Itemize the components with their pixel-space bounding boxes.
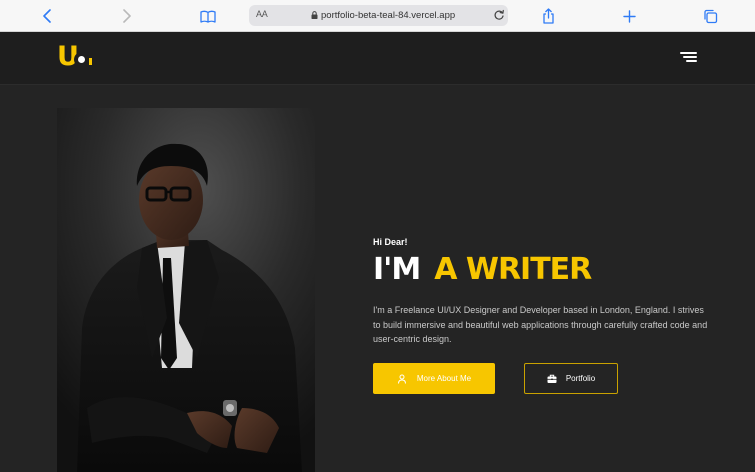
bookmarks-icon[interactable] — [198, 6, 218, 26]
lock-icon — [311, 11, 318, 19]
more-about-me-label: More About Me — [416, 374, 472, 383]
browser-toolbar: AA portfolio-beta-teal-84.vercel.app — [0, 0, 755, 32]
back-icon[interactable] — [37, 6, 57, 26]
site-logo[interactable]: U — [57, 42, 97, 72]
tab-overview-icon[interactable] — [700, 6, 720, 26]
headline-role: A WRITER — [434, 252, 592, 287]
hero-section: Hi Dear! I'M A WRITER I'm a Freelance UI… — [0, 86, 755, 472]
site-header: U — [0, 32, 755, 85]
briefcase-icon — [547, 374, 557, 383]
share-icon[interactable] — [538, 6, 558, 26]
portfolio-label: Portfolio — [565, 374, 596, 383]
user-icon — [397, 374, 406, 384]
logo-o-mark — [74, 52, 89, 67]
portrait-illustration — [57, 108, 315, 472]
logo-accent-mark — [89, 58, 92, 65]
address-bar[interactable]: AA portfolio-beta-teal-84.vercel.app — [249, 5, 508, 26]
url-text: portfolio-beta-teal-84.vercel.app — [321, 10, 456, 21]
text-size-button[interactable]: AA — [256, 9, 268, 19]
portrait-image — [57, 108, 315, 472]
hamburger-menu-icon[interactable] — [680, 50, 698, 64]
reload-icon[interactable] — [493, 9, 505, 21]
more-about-me-button[interactable]: More About Me — [373, 363, 495, 394]
hero-greeting: Hi Dear! — [373, 237, 408, 247]
hero-headline: I'M A WRITER — [373, 252, 592, 292]
forward-icon[interactable] — [117, 6, 137, 26]
portfolio-button[interactable]: Portfolio — [524, 363, 618, 394]
hero-bio: I'm a Freelance UI/UX Designer and Devel… — [373, 305, 708, 344]
headline-prefix: I'M — [373, 252, 421, 287]
new-tab-icon[interactable] — [619, 6, 639, 26]
